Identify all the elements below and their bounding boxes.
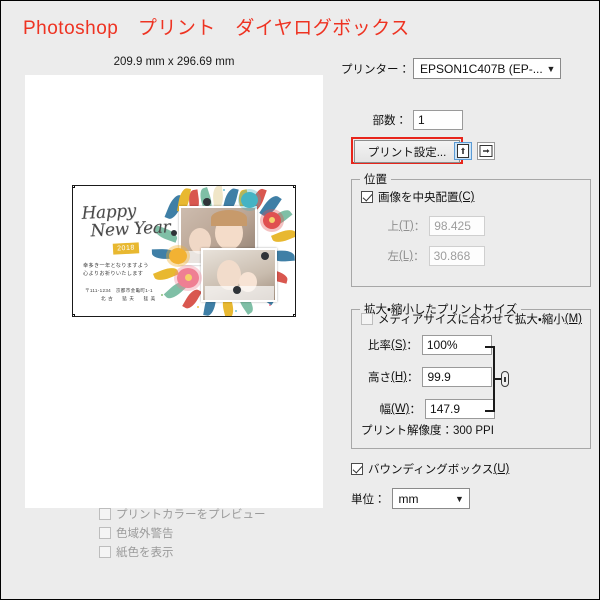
copies-label: 部数：: [372, 115, 408, 127]
checkbox-scale-to-fit-media[interactable]: メディアサイズに合わせて拡大・縮小 (M): [361, 311, 582, 327]
height-row: 高さ (H) ： 99.9: [357, 367, 493, 387]
resize-handle-bottom-left[interactable]: [73, 314, 75, 316]
height-label: 高さ: [368, 372, 391, 384]
height-colon: ：: [406, 372, 419, 384]
printer-label: プリンター：: [341, 63, 410, 76]
checkbox-bounding-box[interactable]: バウンディングボックス (U): [351, 461, 509, 477]
checkbox-box[interactable]: [351, 463, 363, 475]
card-address: 〒111-1234 京都市金亀町1-1 北古 猛夫 猛美: [85, 287, 193, 303]
scale-label: 比率: [368, 340, 391, 352]
chain-link-icon[interactable]: [501, 371, 509, 387]
units-label: 単位：: [351, 493, 386, 506]
printer-select[interactable]: EPSON1C407B (EP-... ▼: [413, 58, 561, 79]
card-address-line: 〒111-1234 京都市金亀町1-1: [85, 288, 153, 293]
scale-input[interactable]: 100%: [421, 335, 492, 355]
print-resolution-label: プリント解像度：300 PPI: [361, 425, 494, 437]
checkbox-box[interactable]: [361, 313, 373, 325]
position-left-row: 左 (L) ： 30.868: [361, 246, 485, 266]
units-row: 単位： mm ▼: [351, 488, 470, 509]
position-group-legend: 位置: [364, 174, 387, 186]
checkbox-label: 画像を中央配置: [378, 192, 459, 204]
width-label: 幅: [379, 404, 392, 416]
position-left-accelerator: (L): [399, 250, 414, 262]
confetti-dot: [223, 189, 225, 191]
card-message: 幸多き一年となりますよう 心よりお祈りいたします: [83, 262, 191, 278]
width-accelerator: (W): [391, 403, 410, 415]
checkbox-show-paper-white[interactable]: 紙色を表示: [99, 542, 319, 561]
checkbox-accelerator: (C): [458, 191, 475, 203]
checkbox-accelerator: (M): [564, 313, 583, 325]
copies-input[interactable]: 1: [413, 110, 463, 130]
position-left-label: 左: [387, 251, 400, 263]
berry-shape: [233, 286, 241, 294]
resize-handle-bottom-right[interactable]: [293, 314, 295, 316]
berry-shape: [261, 252, 269, 260]
height-accelerator: (H): [391, 371, 407, 383]
position-top-accelerator: (T): [399, 220, 414, 232]
position-top-colon: ：: [413, 221, 426, 233]
checkbox-label: 紙色を表示: [116, 546, 174, 559]
checkbox-accelerator: (U): [493, 463, 510, 475]
settings-panel: プリンター： EPSON1C407B (EP-... ▼ 部数： 1 プリント設…: [341, 1, 599, 599]
landscape-orientation-icon[interactable]: [477, 142, 495, 160]
scale-accelerator: (S): [391, 339, 407, 351]
checkbox-label: 色域外警告: [116, 527, 174, 540]
new-year-card-artwork: Happy New Year 2018 幸多き一年となりますよう 心よりお祈りい…: [73, 186, 295, 316]
portrait-orientation-icon[interactable]: [454, 142, 472, 160]
resize-handle-top-right[interactable]: [293, 186, 295, 188]
confetti-dot: [235, 310, 237, 312]
units-select-value: mm: [398, 491, 419, 506]
scale-colon: ：: [406, 340, 418, 352]
preview-options-group: プリントカラーをプレビュー 色域外警告 紙色を表示: [99, 504, 319, 561]
flower-center: [269, 217, 275, 223]
units-select[interactable]: mm ▼: [391, 488, 470, 509]
height-input[interactable]: 99.9: [422, 367, 493, 387]
scale-row: 比率 (S) ： 100%: [357, 335, 492, 355]
confetti-dot: [197, 306, 199, 308]
card-names: 北古 猛夫 猛美: [101, 296, 158, 301]
checkbox-label: メディアサイズに合わせて拡大・縮小: [378, 314, 565, 326]
chevron-down-icon: ▼: [546, 63, 556, 74]
berry-shape: [203, 198, 211, 206]
print-settings-button[interactable]: プリント設定...: [354, 140, 460, 163]
chevron-down-icon: ▼: [455, 493, 464, 504]
printer-row: プリンター： EPSON1C407B (EP-... ▼: [341, 58, 561, 79]
width-row: 幅 (W) ： 147.9: [357, 399, 496, 419]
checkbox-center-image[interactable]: 画像を中央配置 (C): [361, 189, 474, 205]
card-year-badge: 2018: [112, 242, 140, 255]
card-message-line2: 心よりお祈りいたします: [83, 271, 144, 277]
card-message-line1: 幸多き一年となりますよう: [83, 263, 149, 269]
checkbox-box[interactable]: [99, 507, 111, 520]
checkbox-box[interactable]: [99, 526, 111, 539]
copies-row: 部数： 1: [341, 110, 463, 130]
checkbox-gamut-warning[interactable]: 色域外警告: [99, 523, 319, 542]
resize-handle-top-left[interactable]: [73, 186, 75, 188]
position-left-colon: ：: [413, 251, 425, 263]
link-bracket: [485, 346, 495, 412]
card-greeting: Happy New Year: [81, 199, 191, 241]
position-top-label: 上: [387, 221, 400, 233]
paper-size-label: 209.9 mm x 296.69 mm: [113, 56, 235, 68]
leaf-shape: [271, 226, 295, 246]
printer-select-value: EPSON1C407B (EP-...: [420, 61, 543, 76]
checkbox-preview-print-colors[interactable]: プリントカラーをプレビュー: [99, 504, 319, 523]
flower-shape: [241, 192, 258, 208]
position-left-input[interactable]: 30.868: [428, 246, 485, 266]
checkbox-label: プリントカラーをプレビュー: [116, 508, 266, 521]
checkbox-box[interactable]: [99, 545, 111, 558]
position-top-input[interactable]: 98.425: [429, 216, 486, 236]
print-dialog-screenshot: Photoshop プリント ダイヤログボックス 209.9 mm x 296.…: [0, 0, 600, 600]
width-colon: ：: [409, 404, 422, 416]
print-preview-paper[interactable]: Happy New Year 2018 幸多き一年となりますよう 心よりお祈りい…: [25, 75, 323, 508]
position-top-row: 上 (T) ： 98.425: [361, 216, 486, 236]
checkbox-label: バウンディングボックス: [368, 464, 494, 476]
image-bounding-box[interactable]: Happy New Year 2018 幸多き一年となりますよう 心よりお祈りい…: [72, 185, 296, 317]
checkbox-box[interactable]: [361, 191, 373, 203]
